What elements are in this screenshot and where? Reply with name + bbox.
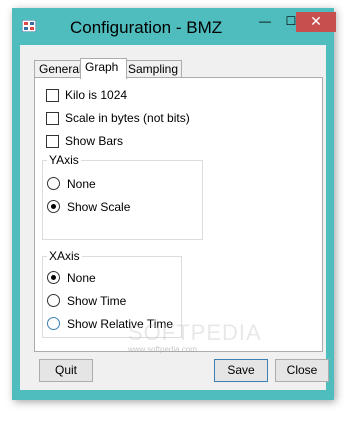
radio-button[interactable] xyxy=(47,317,60,330)
close-window-button[interactable]: ✕ xyxy=(296,12,336,32)
radio-button[interactable] xyxy=(47,294,60,307)
checkbox-label: Show Bars xyxy=(65,134,124,148)
xaxis-group: XAxis None Show Time Show Relative Time xyxy=(42,249,182,338)
radio-label: None xyxy=(67,271,96,285)
checkbox-label: Scale in bytes (not bits) xyxy=(65,111,190,125)
tab-graph[interactable]: Graph xyxy=(80,58,127,79)
app-icon xyxy=(22,20,36,32)
radio-label: Show Time xyxy=(67,294,127,308)
checkbox-box[interactable] xyxy=(46,112,59,125)
radio-label: None xyxy=(67,177,96,191)
title-bar[interactable]: Configuration - BMZ — ☐ ✕ xyxy=(12,8,336,44)
maximize-icon: ☐ xyxy=(285,14,297,28)
tab-sampling[interactable]: Sampling xyxy=(123,60,182,78)
minimize-icon: — xyxy=(259,14,271,28)
checkbox-box[interactable] xyxy=(46,89,59,102)
checkbox-box[interactable] xyxy=(46,135,59,148)
quit-button[interactable]: Quit xyxy=(39,359,93,382)
graph-tab-panel: Kilo is 1024 Scale in bytes (not bits) S… xyxy=(34,77,323,352)
radio-label: Show Scale xyxy=(67,200,131,214)
radio-button[interactable] xyxy=(47,177,60,190)
window-title: Configuration - BMZ xyxy=(70,18,223,37)
window-frame: Configuration - BMZ — ☐ ✕ General Graph … xyxy=(12,8,336,400)
close-button[interactable]: Close xyxy=(275,359,329,382)
close-icon: ✕ xyxy=(310,13,322,29)
minimize-button[interactable]: — xyxy=(252,12,278,32)
yaxis-group-title: YAxis xyxy=(47,153,81,167)
radio-button[interactable] xyxy=(47,200,60,213)
yaxis-group: YAxis None Show Scale xyxy=(42,153,203,240)
checkbox-label: Kilo is 1024 xyxy=(65,88,128,102)
radio-label: Show Relative Time xyxy=(67,317,174,331)
xaxis-group-title: XAxis xyxy=(47,249,82,263)
save-button[interactable]: Save xyxy=(214,359,268,382)
tab-general[interactable]: General xyxy=(34,60,84,78)
radio-button[interactable] xyxy=(47,271,60,284)
dialog-client-area: General Graph Sampling Kilo is 1024 Scal… xyxy=(20,45,329,390)
